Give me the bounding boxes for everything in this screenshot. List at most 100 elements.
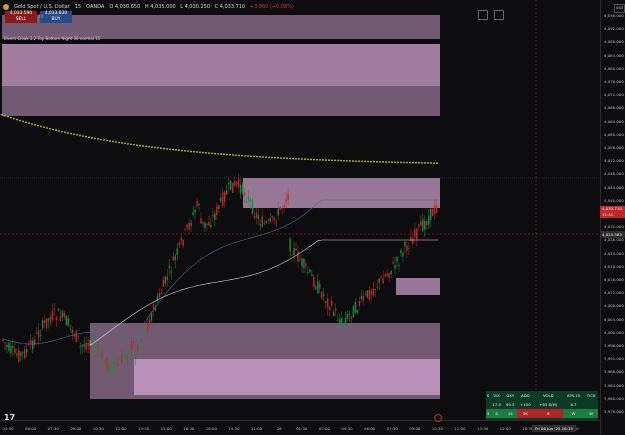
- time-axis-label: 01:30: [296, 426, 308, 431]
- candle-body: [190, 222, 192, 226]
- candle-body: [111, 367, 113, 373]
- price-chart[interactable]: [0, 0, 600, 420]
- chart-area[interactable]: [0, 0, 600, 434]
- price-axis-label: 4,028.000: [604, 237, 624, 243]
- ma-dot: [391, 161, 393, 164]
- ma-dot: [280, 157, 282, 159]
- market-stats-table: S VIX DXY ADD VOLD ATR-15 TICK 17.5 99.3…: [486, 391, 598, 420]
- tradingview-logo-icon[interactable]: 17: [4, 413, 15, 422]
- timeframe[interactable]: 15: [75, 4, 81, 10]
- ma-dot: [289, 157, 291, 160]
- candle-body: [257, 215, 260, 219]
- candle-body: [53, 308, 56, 311]
- candle-body: [97, 345, 99, 350]
- candle-body: [226, 190, 228, 195]
- ma-dot: [10, 116, 12, 119]
- candle-body: [433, 205, 436, 214]
- symbol-name[interactable]: Gold Spot / U.S. Dollar: [14, 4, 70, 10]
- time-axis[interactable]: 04:30 06:00 07:30 09:00 10:30 12:00 13:30 15:00…: [0, 420, 600, 435]
- ma-dot: [178, 149, 180, 152]
- supply-zone: [2, 86, 440, 116]
- ma-dot: [82, 135, 84, 137]
- stats-header-row: S VIX DXY ADD VOLD ATR-15 TICK: [486, 391, 598, 400]
- gold-symbol-icon: [3, 4, 9, 10]
- time-axis-label: 13:30: [137, 426, 150, 431]
- time-axis-label: 18:00: [205, 426, 217, 431]
- candle-body: [178, 242, 180, 246]
- price-axis-label: 4,072.000: [604, 92, 624, 98]
- settings-icon[interactable]: [434, 414, 442, 422]
- ma-dot: [55, 129, 57, 132]
- candle-body: [109, 361, 111, 371]
- screenshot-icon[interactable]: [478, 10, 488, 20]
- buy-button[interactable]: 4,033.830 BUY: [40, 11, 72, 23]
- ma-dot: [373, 160, 375, 163]
- candle-body: [435, 205, 438, 213]
- ma-dot: [190, 150, 192, 153]
- candle-body: [289, 238, 291, 252]
- ma-dot: [364, 160, 366, 163]
- candle-body: [208, 221, 210, 226]
- sell-button[interactable]: 4,033.590 SELL: [5, 11, 37, 23]
- ma-dot: [202, 151, 204, 154]
- candle-body: [91, 338, 93, 344]
- ma-dot: [61, 130, 63, 133]
- candle-body: [386, 273, 388, 276]
- candle-body: [77, 335, 79, 337]
- candle-body: [263, 223, 266, 225]
- candle-body: [138, 345, 141, 351]
- candle-body: [301, 258, 303, 267]
- stats-cell: 17.5: [492, 402, 501, 407]
- ma-dot: [160, 147, 162, 150]
- candle-body: [384, 274, 386, 277]
- ma-dot: [349, 160, 351, 162]
- ma-dot: [322, 159, 324, 161]
- candle-body: [63, 313, 66, 318]
- ma-dot: [199, 151, 201, 154]
- time-axis-label: 09:00: [70, 426, 82, 431]
- candle-body: [87, 342, 89, 346]
- price-axis-label: 3,992.000: [604, 356, 624, 362]
- indicator-label[interactable]: Elvers Cloak 3.2 Top Bottom Night 30 nor…: [4, 36, 100, 41]
- stats-signal: W: [562, 409, 585, 418]
- ma-dot: [76, 133, 78, 136]
- ma-dot: [172, 148, 174, 151]
- candle-body: [362, 296, 365, 301]
- ma-dot: [220, 153, 222, 155]
- time-axis-label: 13:30: [476, 426, 489, 431]
- ma-dot: [133, 143, 135, 146]
- stats-header: VOLD: [543, 393, 554, 398]
- candle-body: [346, 313, 349, 319]
- candle-body: [113, 363, 115, 367]
- ma-dot: [196, 151, 198, 153]
- ma-dot: [58, 130, 60, 132]
- candle-body: [424, 220, 426, 230]
- ma-dot: [337, 159, 339, 162]
- ma-dot: [295, 157, 297, 160]
- candle-body: [253, 215, 256, 218]
- ma-dot: [142, 145, 144, 147]
- fullscreen-icon[interactable]: [494, 10, 504, 20]
- currency-button[interactable]: USD: [614, 4, 625, 13]
- candle-body: [370, 290, 372, 295]
- candle-body: [59, 316, 62, 321]
- price-axis-label: 3,976.000: [604, 409, 624, 414]
- candle-body: [75, 330, 77, 342]
- candle-body: [259, 224, 262, 226]
- ma-dot: [229, 153, 231, 156]
- candle-body: [81, 344, 83, 347]
- supply-zone: [243, 178, 440, 208]
- candle-body: [192, 212, 194, 216]
- crosshair-price-tag: 4,025.583: [600, 231, 625, 238]
- ma-dot: [268, 156, 270, 159]
- candle-body: [22, 351, 24, 353]
- price-axis-label: 3,988.000: [604, 369, 624, 375]
- candle-body: [150, 313, 153, 321]
- candle-body: [65, 316, 68, 326]
- ma-dot: [361, 160, 363, 163]
- candle-body: [83, 344, 85, 347]
- ma-dot: [100, 138, 102, 141]
- time-axis-label: 15:00: [160, 426, 172, 431]
- ma-dot: [265, 156, 267, 159]
- spread-value: 24: [38, 14, 44, 19]
